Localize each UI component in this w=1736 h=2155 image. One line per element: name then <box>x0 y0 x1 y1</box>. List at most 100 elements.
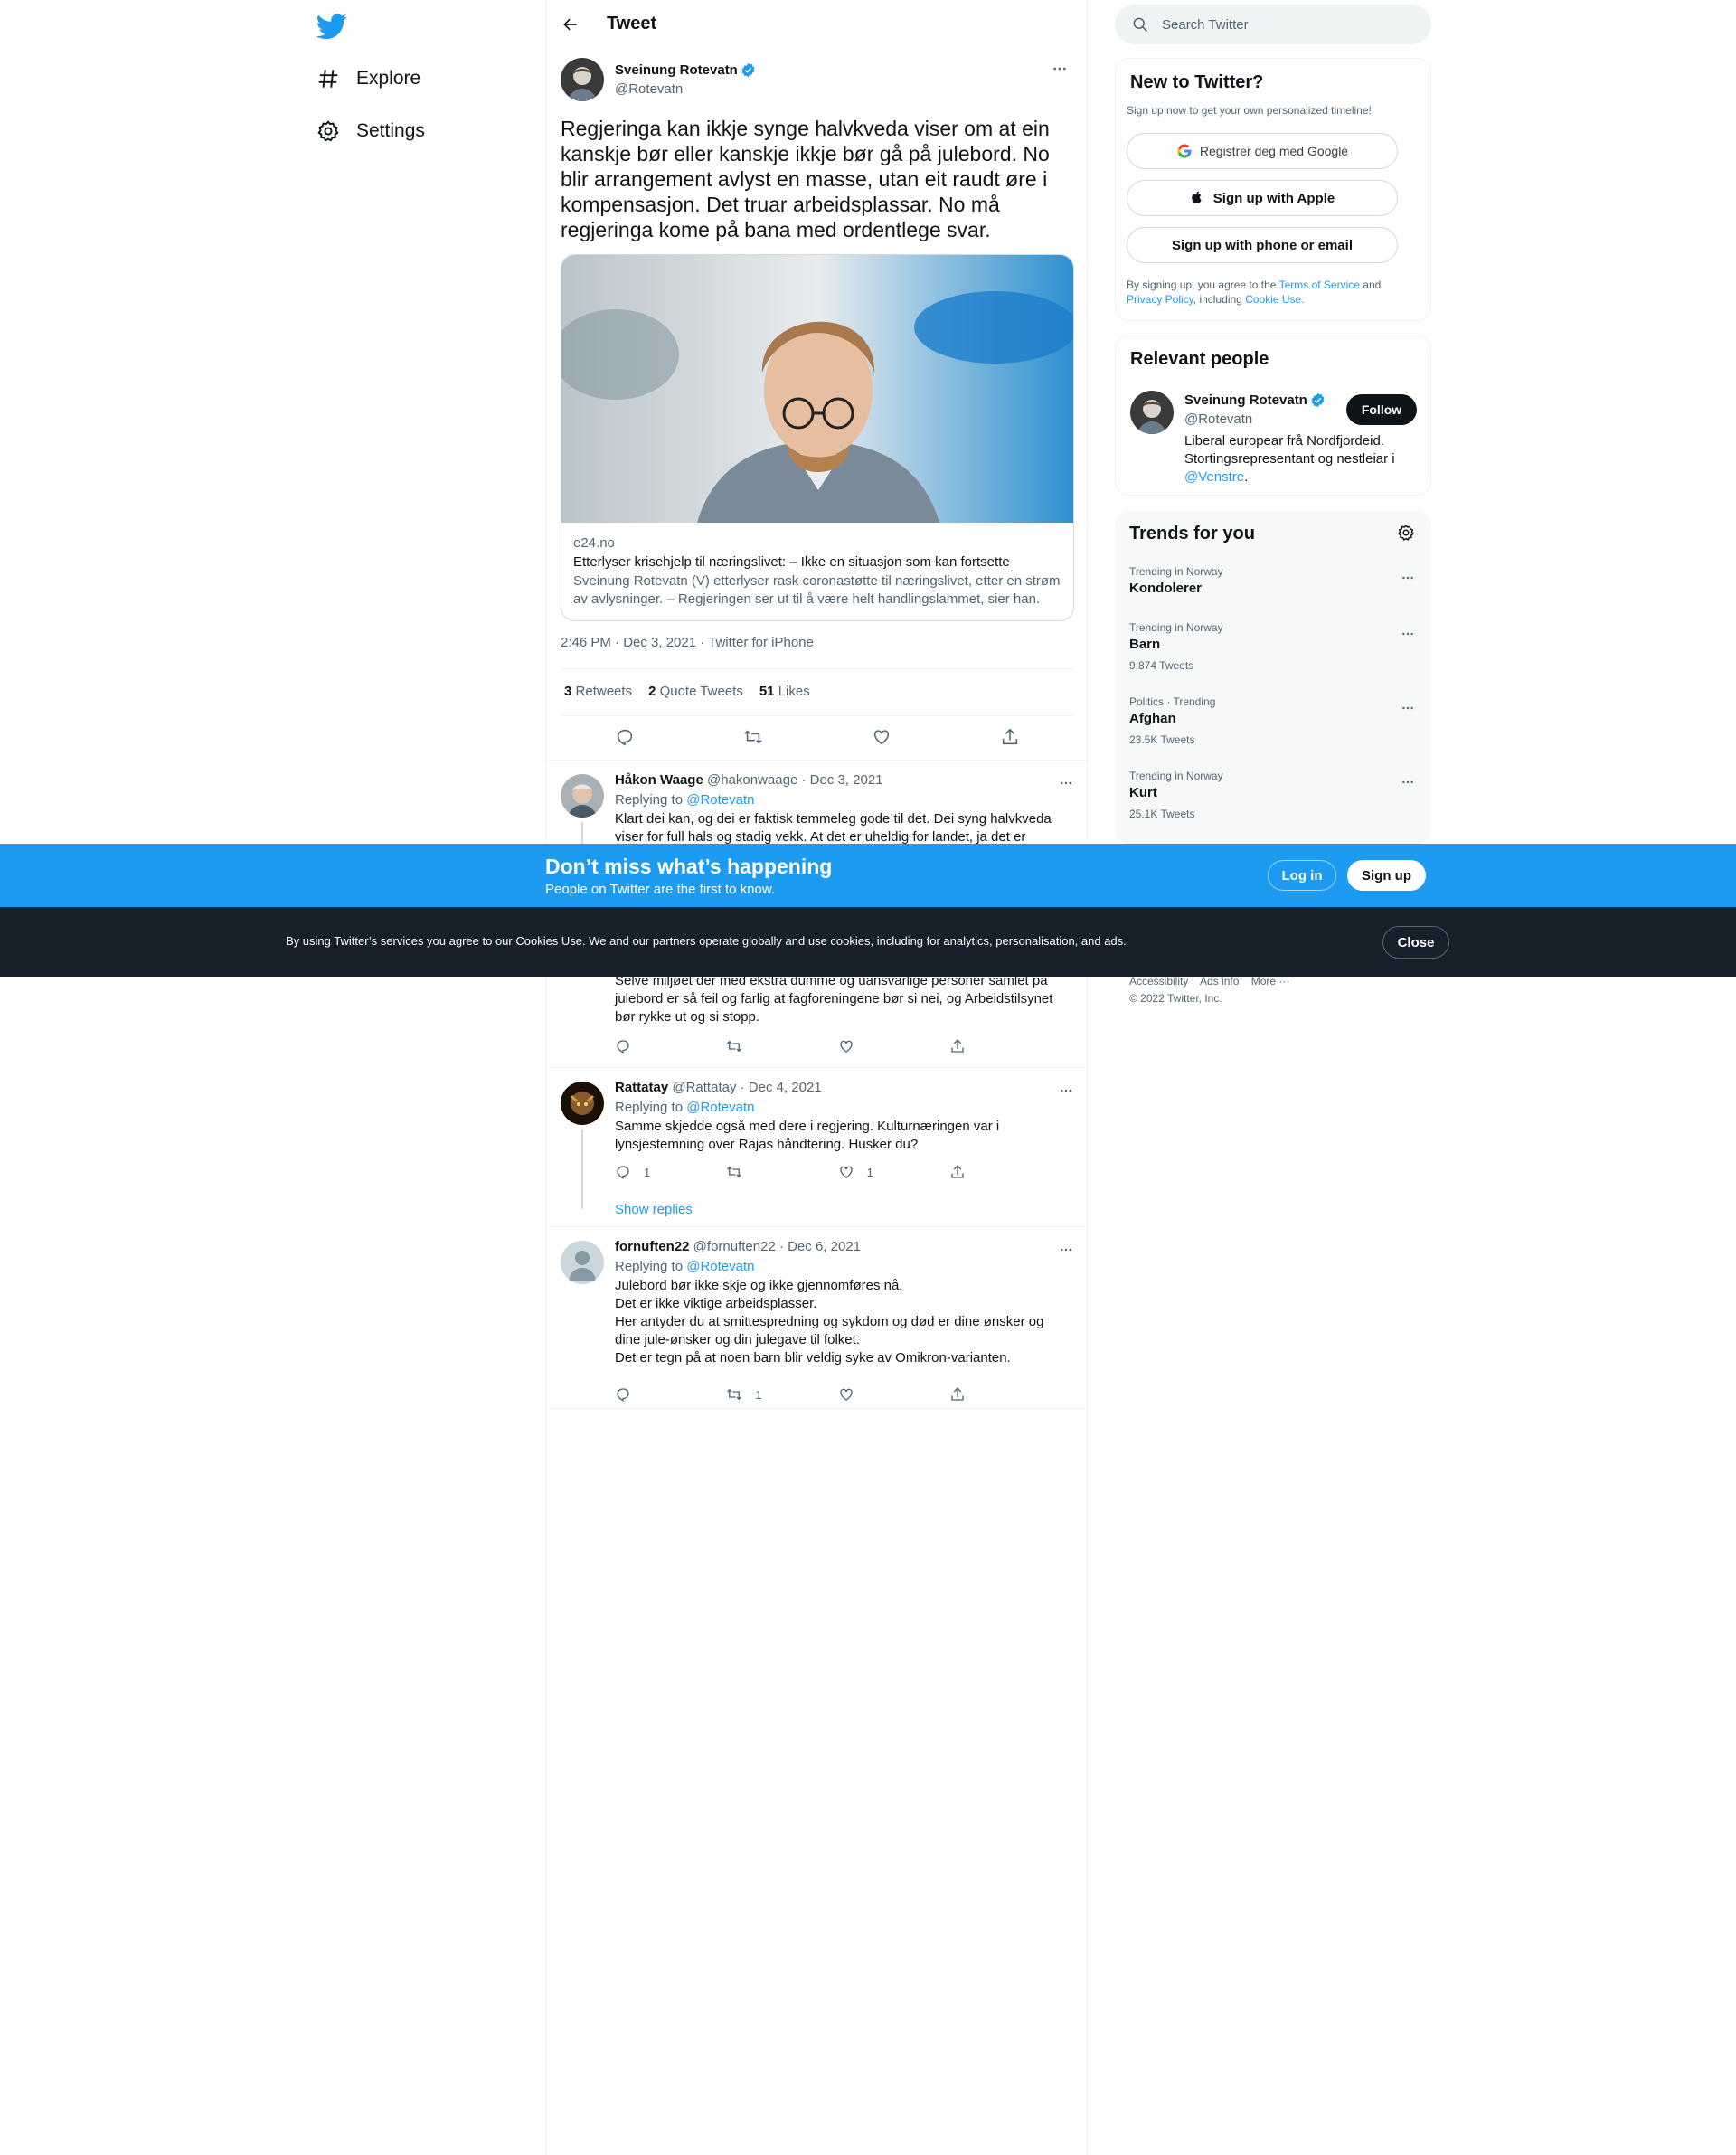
reply-button[interactable] <box>615 1038 678 1054</box>
nav-explore[interactable]: Explore <box>316 57 420 100</box>
reply-tweet[interactable]: Rattatay @Rattatay · Dec 4, 2021 Replyin… <box>546 1067 1089 1226</box>
signup-legal: By signing up, you agree to the Terms of… <box>1127 279 1382 306</box>
phone-email-signup-button[interactable]: Sign up with phone or email <box>1127 227 1398 263</box>
like-button[interactable]: 1 <box>838 1164 901 1180</box>
relevant-avatar[interactable] <box>1130 391 1174 434</box>
trend-meta: Politics · Trending <box>1129 695 1216 708</box>
signup-subtitle: Sign up now to get your own personalized… <box>1127 104 1372 117</box>
retweet-button[interactable]: 1 <box>726 1386 789 1403</box>
reply-author-name[interactable]: fornuften22 <box>615 1239 690 1254</box>
footer-link-accessibility[interactable]: Accessibility <box>1129 975 1188 988</box>
page-title: Tweet <box>607 14 657 33</box>
follow-button[interactable]: Follow <box>1346 394 1417 425</box>
more-options-icon[interactable] <box>1397 623 1419 645</box>
replying-to: Replying to @Rotevatn <box>615 1100 755 1115</box>
reply-header: Håkon Waage @hakonwaage · Dec 3, 2021 <box>615 772 883 788</box>
tweet-author: Sveinung Rotevatn @Rotevatn <box>561 58 1074 103</box>
like-heart-icon[interactable] <box>871 726 892 748</box>
share-button[interactable] <box>949 1038 1013 1054</box>
reply-meta: @Rattatay · Dec 4, 2021 <box>672 1080 822 1095</box>
link-card[interactable]: e24.no Etterlyser krisehjelp til nærings… <box>561 254 1074 621</box>
reply-author-name[interactable]: Rattatay <box>615 1080 668 1095</box>
tweet-actions <box>561 726 1074 748</box>
reply-button[interactable]: 1 <box>615 1164 678 1180</box>
relevant-handle[interactable]: @Rotevatn <box>1184 411 1252 427</box>
more-options-icon[interactable] <box>1397 771 1419 793</box>
reply-text: Julebord bør ikke skje og ikke gjennomfø… <box>615 1277 1071 1367</box>
retweet-button[interactable] <box>726 1164 789 1180</box>
venstre-link[interactable]: @Venstre <box>1184 469 1244 485</box>
reply-actions: 1 1 <box>615 1164 1013 1180</box>
more-options-icon[interactable] <box>1055 1239 1077 1261</box>
reply-actions: 1 <box>615 1386 1013 1403</box>
like-heart-icon <box>838 1386 854 1403</box>
share-icon[interactable] <box>999 726 1021 748</box>
replying-to-link[interactable]: @Rotevatn <box>686 1100 754 1115</box>
more-options-icon[interactable] <box>1397 697 1419 719</box>
search-input[interactable] <box>1162 16 1406 33</box>
search-icon <box>1131 15 1149 33</box>
reply-header: Rattatay @Rattatay · Dec 4, 2021 <box>615 1080 822 1095</box>
trend-item[interactable]: Trending in Norway Kondolerer <box>1115 565 1431 610</box>
verified-badge-icon <box>1310 392 1326 408</box>
apple-signup-button[interactable]: Sign up with Apple <box>1127 180 1398 216</box>
reply-text-continued: Selve miljøet der med ekstra dumme og ua… <box>615 973 1053 1025</box>
reply-tweet[interactable]: fornuften22 @fornuften22 · Dec 6, 2021 R… <box>546 1226 1089 1409</box>
more-options-icon[interactable] <box>1397 567 1419 589</box>
like-button[interactable] <box>838 1038 901 1054</box>
share-button[interactable] <box>949 1386 1013 1403</box>
trend-item[interactable]: Politics · Trending Afghan 23.5K Tweets <box>1115 695 1431 759</box>
terms-link[interactable]: Terms of Service <box>1279 279 1360 291</box>
replying-to: Replying to @Rotevatn <box>615 1259 755 1274</box>
nav-settings[interactable]: Settings <box>316 109 425 153</box>
reply-avatar[interactable] <box>561 774 604 818</box>
share-button[interactable] <box>949 1164 1013 1180</box>
signup-box: New to Twitter? Sign up now to get your … <box>1115 58 1431 321</box>
share-icon <box>949 1386 966 1403</box>
signup-title: New to Twitter? <box>1130 72 1264 92</box>
more-options-icon[interactable] <box>1055 772 1077 794</box>
share-icon <box>949 1038 966 1054</box>
search-bar[interactable] <box>1115 5 1431 44</box>
author-name[interactable]: Sveinung Rotevatn <box>615 62 738 78</box>
trend-count: 25.1K Tweets <box>1129 808 1195 820</box>
likes-stat[interactable]: 51 Likes <box>760 684 810 699</box>
reply-icon[interactable] <box>614 726 636 748</box>
reply-author-name[interactable]: Håkon Waage <box>615 772 703 788</box>
author-avatar[interactable] <box>561 58 604 101</box>
tweet-timestamp[interactable]: 2:46 PM · Dec 3, 2021 · Twitter for iPho… <box>561 635 814 650</box>
gear-icon[interactable] <box>1395 522 1417 543</box>
cookie-close-button[interactable]: Close <box>1382 926 1449 959</box>
apple-signup-label: Sign up with Apple <box>1212 190 1335 206</box>
show-replies-link[interactable]: Show replies <box>615 1202 693 1217</box>
reply-avatar[interactable] <box>561 1241 604 1284</box>
cookie-use-link[interactable]: Cookie Use. <box>1245 293 1304 306</box>
reply-icon <box>615 1038 631 1054</box>
reply-avatar[interactable] <box>561 1082 604 1125</box>
back-arrow-icon[interactable] <box>555 9 586 40</box>
like-button[interactable] <box>838 1386 901 1403</box>
reply-line: Julebord bør ikke skje og ikke gjennomfø… <box>615 1278 903 1293</box>
relevant-name[interactable]: Sveinung Rotevatn <box>1184 392 1307 408</box>
more-options-icon[interactable] <box>1049 58 1071 80</box>
quote-tweets-stat[interactable]: 2 Quote Tweets <box>648 684 743 699</box>
retweet-button[interactable] <box>726 1038 789 1054</box>
footer-link-more[interactable]: More ··· <box>1251 975 1290 988</box>
google-signup-button[interactable]: Registrer deg med Google <box>1127 133 1398 169</box>
signup-button[interactable]: Sign up <box>1347 860 1426 891</box>
reply-button[interactable] <box>615 1386 678 1403</box>
retweet-icon[interactable] <box>742 726 764 748</box>
trend-item[interactable]: Trending in Norway Kurt 25.1K Tweets <box>1115 770 1431 833</box>
privacy-link[interactable]: Privacy Policy <box>1127 293 1194 306</box>
more-options-icon[interactable] <box>1055 1080 1077 1101</box>
retweets-stat[interactable]: 3 Retweets <box>564 684 632 699</box>
trend-item[interactable]: Trending in Norway Barn 9,874 Tweets <box>1115 621 1431 685</box>
footer-link-ads-info[interactable]: Ads info <box>1200 975 1239 988</box>
twitter-bird-icon[interactable] <box>316 11 347 42</box>
trends-box: Trends for you Trending in Norway Kondol… <box>1115 511 1431 844</box>
replying-to-link[interactable]: @Rotevatn <box>686 1259 754 1274</box>
author-handle[interactable]: @Rotevatn <box>615 81 683 97</box>
login-button[interactable]: Log in <box>1268 860 1336 891</box>
reply-line: Det er tegn på at noen barn blir veldig … <box>615 1350 1011 1366</box>
replying-to-link[interactable]: @Rotevatn <box>686 792 754 808</box>
